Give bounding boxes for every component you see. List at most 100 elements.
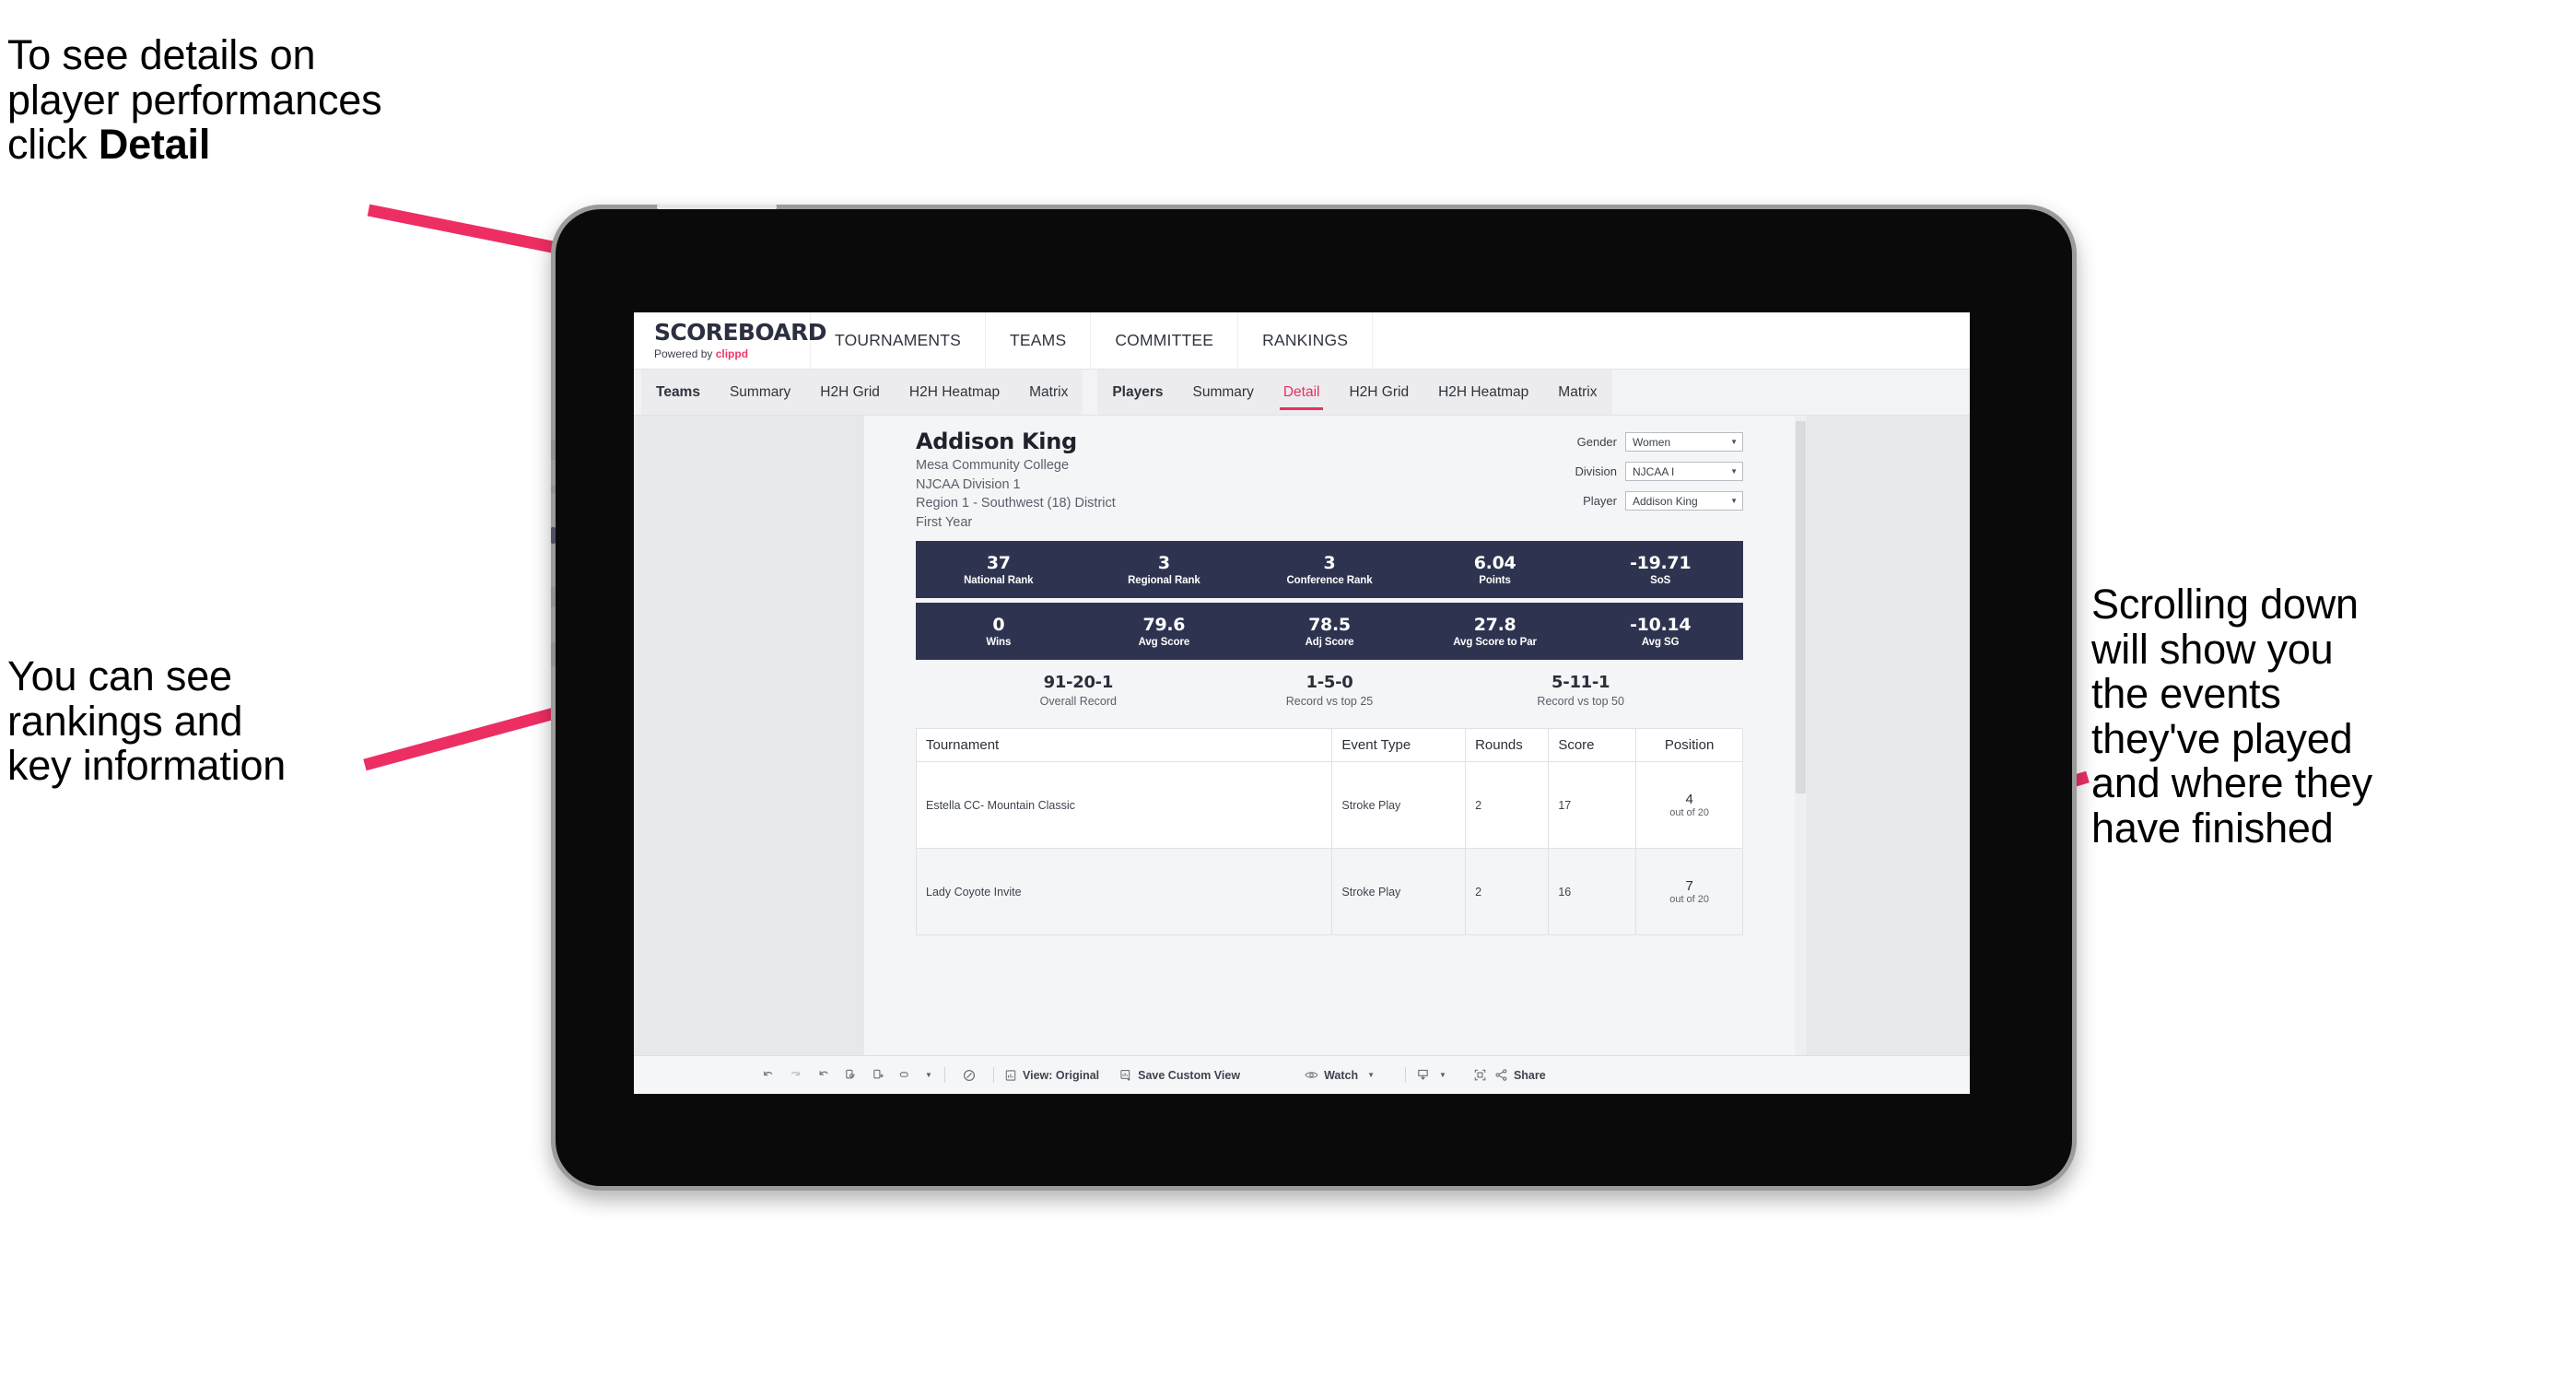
events-table-head: Tournament Event Type Rounds Score Posit…: [915, 728, 1743, 763]
player-header: Addison King Mesa Community College NJCA…: [916, 429, 1743, 532]
tablet-top-slot: [657, 205, 777, 209]
share-label: Share: [1513, 1068, 1546, 1082]
tab-players-detail[interactable]: Detail: [1269, 370, 1335, 416]
filter-division: Division NJCAA I ▼: [1575, 462, 1743, 481]
filter-division-label: Division: [1575, 464, 1617, 478]
stat-regional-rank: 3 Regional Rank: [1082, 552, 1247, 586]
stat-value: 27.8: [1473, 614, 1516, 635]
scrollbar-thumb[interactable]: [1796, 421, 1806, 793]
cell-score: 16: [1548, 848, 1637, 936]
pause-auto-update-icon[interactable]: [892, 1068, 919, 1082]
save-custom-view-label: Save Custom View: [1138, 1068, 1241, 1082]
cell-tournament: Estella CC- Mountain Classic: [915, 761, 1333, 850]
tablet-camera: [551, 527, 556, 544]
column-header-score[interactable]: Score: [1548, 728, 1637, 763]
record-value: 91-20-1: [1043, 673, 1114, 693]
tab-teams-matrix[interactable]: Matrix: [1014, 370, 1083, 416]
player-division: NJCAA Division 1: [916, 476, 1021, 492]
player-school: Mesa Community College: [916, 458, 1070, 473]
download-button[interactable]: ▼: [1416, 1068, 1446, 1082]
filter-player: Player Addison King ▼: [1575, 491, 1743, 511]
brand-clippd: clippd: [715, 347, 749, 360]
tablet-screen: SCOREBOARD Powered by clippd TOURNAMENTS…: [634, 312, 1970, 1094]
column-header-position[interactable]: Position: [1635, 728, 1743, 763]
watch-button[interactable]: Watch ▼: [1305, 1069, 1375, 1082]
report-sheet: Addison King Mesa Community College NJCA…: [864, 416, 1807, 1094]
events-table-header-row: Tournament Event Type Rounds Score Posit…: [915, 728, 1743, 763]
stat-label: Adj Score: [1305, 636, 1354, 648]
tab-teams-summary[interactable]: Summary: [715, 370, 805, 416]
stat-label: Avg Score: [1138, 636, 1190, 648]
pause-data-icon[interactable]: [864, 1068, 892, 1082]
annotation-top-left-bold: Detail: [98, 121, 211, 169]
annotation-right: Scrolling down will show you the events …: [2091, 581, 2372, 852]
view-original-button[interactable]: View: Original: [1004, 1069, 1099, 1082]
record-vs-top-50: 5-11-1 Record vs top 50: [1455, 673, 1706, 708]
highlight-icon[interactable]: [955, 1068, 983, 1083]
cell-score: 17: [1548, 761, 1637, 850]
tab-teams-h2h-heatmap[interactable]: H2H Heatmap: [895, 370, 1014, 416]
stat-wins: 0 Wins: [916, 614, 1082, 647]
top-nav-items: TOURNAMENTS TEAMS COMMITTEE RANKINGS: [811, 312, 1374, 370]
vertical-scrollbar[interactable]: [1795, 416, 1807, 1094]
position-out-of: out of 20: [1669, 807, 1710, 819]
brand-title: SCOREBOARD: [654, 319, 827, 346]
share-button[interactable]: Share: [1494, 1068, 1546, 1082]
nav-item-rankings[interactable]: RANKINGS: [1238, 312, 1374, 370]
app-top-nav: SCOREBOARD Powered by clippd TOURNAMENTS…: [634, 312, 1970, 370]
stat-avg-score: 79.6 Avg Score: [1082, 615, 1247, 648]
filter-player-select[interactable]: Addison King ▼: [1625, 491, 1743, 511]
column-header-event-type[interactable]: Event Type: [1331, 728, 1467, 763]
filter-gender-select[interactable]: Women ▼: [1625, 432, 1743, 452]
record-label: Overall Record: [1039, 695, 1118, 709]
tab-teams[interactable]: Teams: [641, 370, 715, 416]
chevron-down-icon[interactable]: ▼: [919, 1071, 934, 1079]
nav-item-tournaments[interactable]: TOURNAMENTS: [811, 312, 987, 370]
nav-item-teams[interactable]: TEAMS: [986, 312, 1092, 370]
bottom-toolbar: ▼ View: Original Save Custom View Watch …: [634, 1055, 1970, 1094]
download-icon: [1416, 1068, 1430, 1082]
filter-division-select[interactable]: NJCAA I ▼: [1625, 462, 1743, 481]
tab-players-summary[interactable]: Summary: [1178, 370, 1269, 416]
undo-icon[interactable]: [754, 1068, 781, 1082]
nav-item-committee[interactable]: COMMITTEE: [1091, 312, 1239, 370]
column-header-tournament[interactable]: Tournament: [915, 728, 1333, 763]
tablet-volume-up-button: [551, 587, 556, 607]
tab-players[interactable]: Players: [1097, 370, 1177, 416]
revert-icon[interactable]: [809, 1068, 837, 1082]
stat-value: 3: [1157, 552, 1170, 573]
player-year: First Year: [916, 514, 973, 530]
stat-value: 78.5: [1308, 614, 1351, 635]
save-custom-view-button[interactable]: Save Custom View: [1119, 1069, 1240, 1082]
filter-player-label: Player: [1583, 494, 1617, 508]
column-header-rounds[interactable]: Rounds: [1465, 728, 1550, 763]
fullscreen-icon[interactable]: [1467, 1068, 1494, 1082]
tab-players-matrix[interactable]: Matrix: [1543, 370, 1611, 416]
player-meta: Mesa Community College NJCAA Division 1 …: [916, 456, 1116, 532]
refresh-data-icon[interactable]: [837, 1068, 864, 1082]
brand-logo[interactable]: SCOREBOARD Powered by clippd: [634, 312, 827, 369]
record-vs-top-25: 1-5-0 Record vs top 25: [1204, 673, 1456, 708]
table-row[interactable]: Estella CC- Mountain Classic Stroke Play…: [915, 761, 1743, 850]
cell-event-type: Stroke Play: [1331, 761, 1467, 850]
table-row[interactable]: Lady Coyote Invite Stroke Play 2 16 7 ou…: [915, 848, 1743, 936]
workspace: Addison King Mesa Community College NJCA…: [634, 416, 1970, 1094]
stat-value: 0: [992, 614, 1005, 635]
redo-icon[interactable]: [781, 1068, 809, 1082]
app-sub-nav: Teams Summary H2H Grid H2H Heatmap Matri…: [634, 370, 1970, 416]
tab-players-h2h-grid[interactable]: H2H Grid: [1334, 370, 1423, 416]
tablet-side-button: [551, 486, 556, 493]
filter-gender-label: Gender: [1576, 435, 1617, 449]
slide-canvas: To see details on player performances cl…: [0, 0, 2576, 1386]
toolbar-divider: [993, 1067, 994, 1083]
stat-label: Regional Rank: [1128, 574, 1200, 586]
tab-teams-h2h-grid[interactable]: H2H Grid: [805, 370, 895, 416]
player-identity: Addison King Mesa Community College NJCA…: [916, 429, 1116, 532]
filter-gender: Gender Women ▼: [1575, 432, 1743, 452]
events-table: Tournament Event Type Rounds Score Posit…: [915, 728, 1743, 936]
stat-value: 6.04: [1473, 552, 1516, 573]
stats-row-secondary: 0 Wins 79.6 Avg Score 78.5 Adj Score 27.…: [916, 603, 1743, 661]
chevron-down-icon: ▼: [1730, 437, 1738, 446]
tab-players-h2h-heatmap[interactable]: H2H Heatmap: [1423, 370, 1543, 416]
cell-tournament: Lady Coyote Invite: [915, 848, 1333, 936]
